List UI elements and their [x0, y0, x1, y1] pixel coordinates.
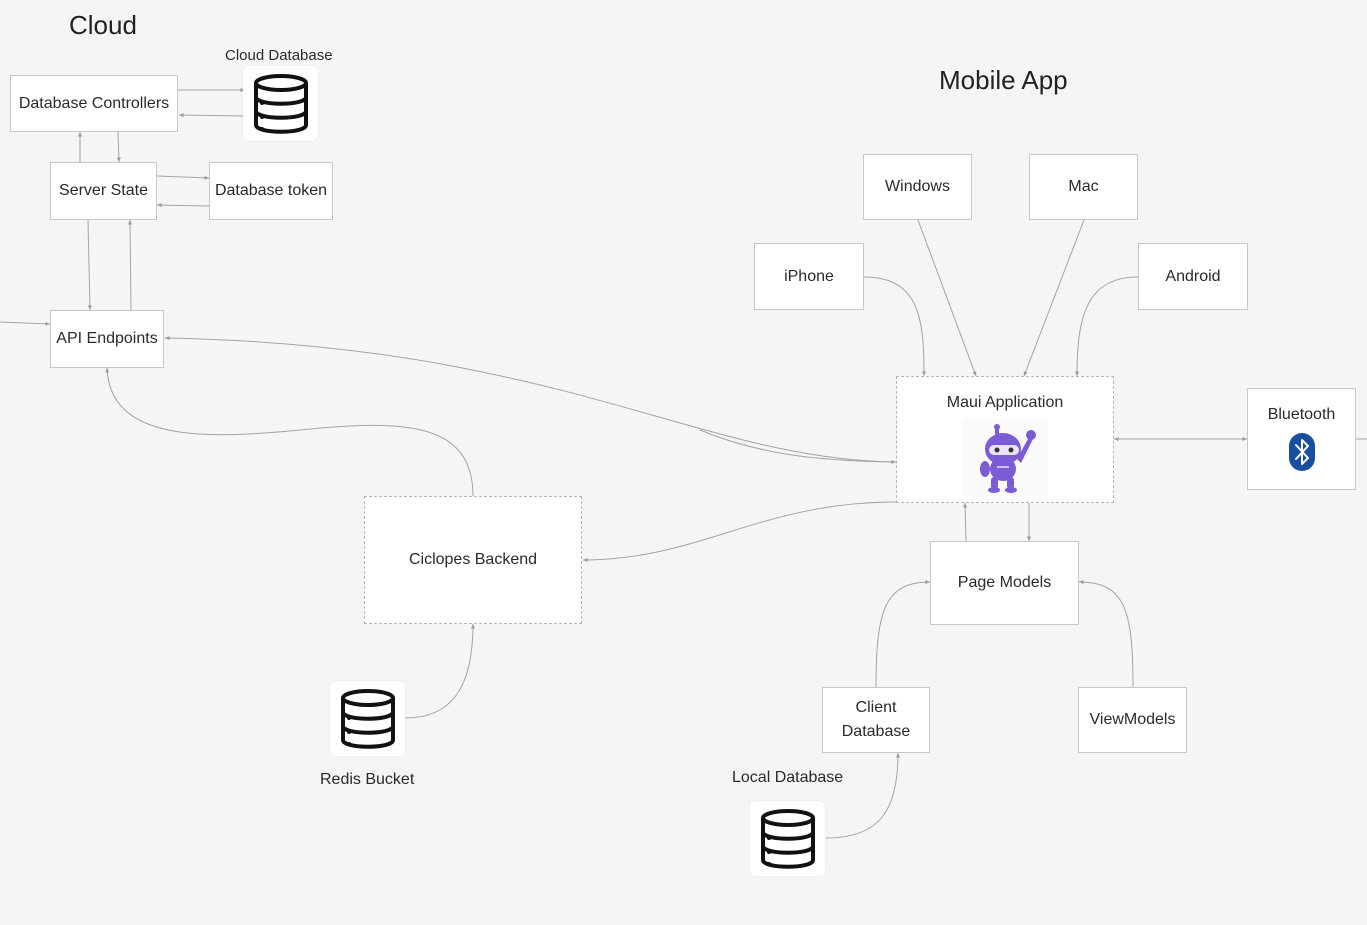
iphone-node[interactable]: iPhone	[754, 243, 864, 310]
redis-bucket-tile[interactable]	[330, 681, 405, 756]
cloud-database-tile[interactable]	[243, 66, 318, 141]
dotnet-bot-icon	[962, 419, 1048, 497]
server-state-node[interactable]: Server State	[50, 162, 157, 220]
edge-mac-to-maui	[1023, 219, 1085, 377]
mac-node[interactable]: Mac	[1029, 154, 1138, 220]
local-database-caption: Local Database	[732, 769, 844, 786]
api-endpoints-label: API Endpoints	[56, 330, 158, 347]
bluetooth-icon	[1288, 433, 1315, 471]
database-token-label: Database token	[214, 182, 328, 199]
edge-maui-to-backend	[582, 501, 897, 562]
database-token-node[interactable]: Database token	[209, 162, 333, 220]
edge-pagemodels-to-maui	[963, 502, 968, 542]
android-label: Android	[1165, 267, 1221, 285]
viewmodels-label: ViewModels	[1089, 711, 1176, 728]
edge-token-to-serverstate	[156, 203, 210, 208]
edge-redis-to-backend	[404, 623, 475, 719]
windows-label: Windows	[885, 178, 950, 195]
database-icon	[253, 73, 308, 134]
edge-maui-to-api	[164, 336, 897, 463]
server-state-label: Server State	[59, 182, 148, 199]
edge-windows-to-maui	[917, 219, 977, 377]
ciclopes-backend-node[interactable]: Ciclopes Backend	[364, 496, 582, 624]
bluetooth-node[interactable]: Bluetooth	[1247, 388, 1356, 490]
database-icon	[340, 688, 395, 749]
edge-backend-to-api	[105, 367, 474, 497]
cloud-section-title: Cloud	[69, 10, 137, 40]
database-controllers-label: Database Controllers	[18, 94, 170, 112]
edge-external-to-api	[0, 321, 51, 326]
client-database-label-line1: Client	[855, 699, 897, 716]
edge-localdb-to-clientdb	[825, 752, 900, 839]
bluetooth-label: Bluetooth	[1267, 406, 1336, 423]
edge-android-to-maui	[1075, 276, 1139, 377]
database-controllers-node[interactable]: Database Controllers	[10, 75, 178, 132]
iphone-label: iPhone	[784, 267, 834, 285]
mobile-app-section-title: Mobile App	[939, 65, 1068, 95]
local-database-tile[interactable]	[750, 801, 825, 876]
database-icon	[760, 808, 815, 869]
maui-application-label: Maui Application	[946, 394, 1064, 411]
edge-iphone-to-maui	[863, 276, 926, 377]
page-models-node[interactable]: Page Models	[930, 541, 1079, 625]
edge-serverstate-to-api	[87, 219, 92, 311]
cloud-database-caption: Cloud Database	[225, 47, 333, 64]
client-database-node[interactable]: Client Database	[822, 687, 930, 753]
edge-viewmodels-to-pagemodels	[1078, 580, 1134, 688]
api-endpoints-node[interactable]: API Endpoints	[50, 310, 164, 368]
edge-controllers-to-serverstate	[116, 131, 121, 163]
mac-label: Mac	[1068, 178, 1099, 195]
redis-bucket-caption: Redis Bucket	[320, 771, 415, 788]
android-node[interactable]: Android	[1138, 243, 1248, 310]
client-database-label-line2: Database	[841, 723, 911, 740]
edge-clientdb-to-pagemodels	[875, 580, 931, 688]
edge-serverstate-to-token	[156, 175, 210, 180]
edge-clouddb-to-controllers	[178, 113, 246, 118]
viewmodels-node[interactable]: ViewModels	[1078, 687, 1187, 753]
page-models-label: Page Models	[957, 574, 1052, 591]
connector-layer	[0, 88, 1367, 839]
windows-node[interactable]: Windows	[863, 154, 972, 220]
edge-api-to-maui	[699, 429, 897, 464]
ciclopes-backend-label: Ciclopes Backend	[408, 551, 538, 568]
maui-application-node[interactable]: Maui Application	[896, 376, 1114, 503]
edge-api-to-serverstate	[128, 219, 133, 311]
